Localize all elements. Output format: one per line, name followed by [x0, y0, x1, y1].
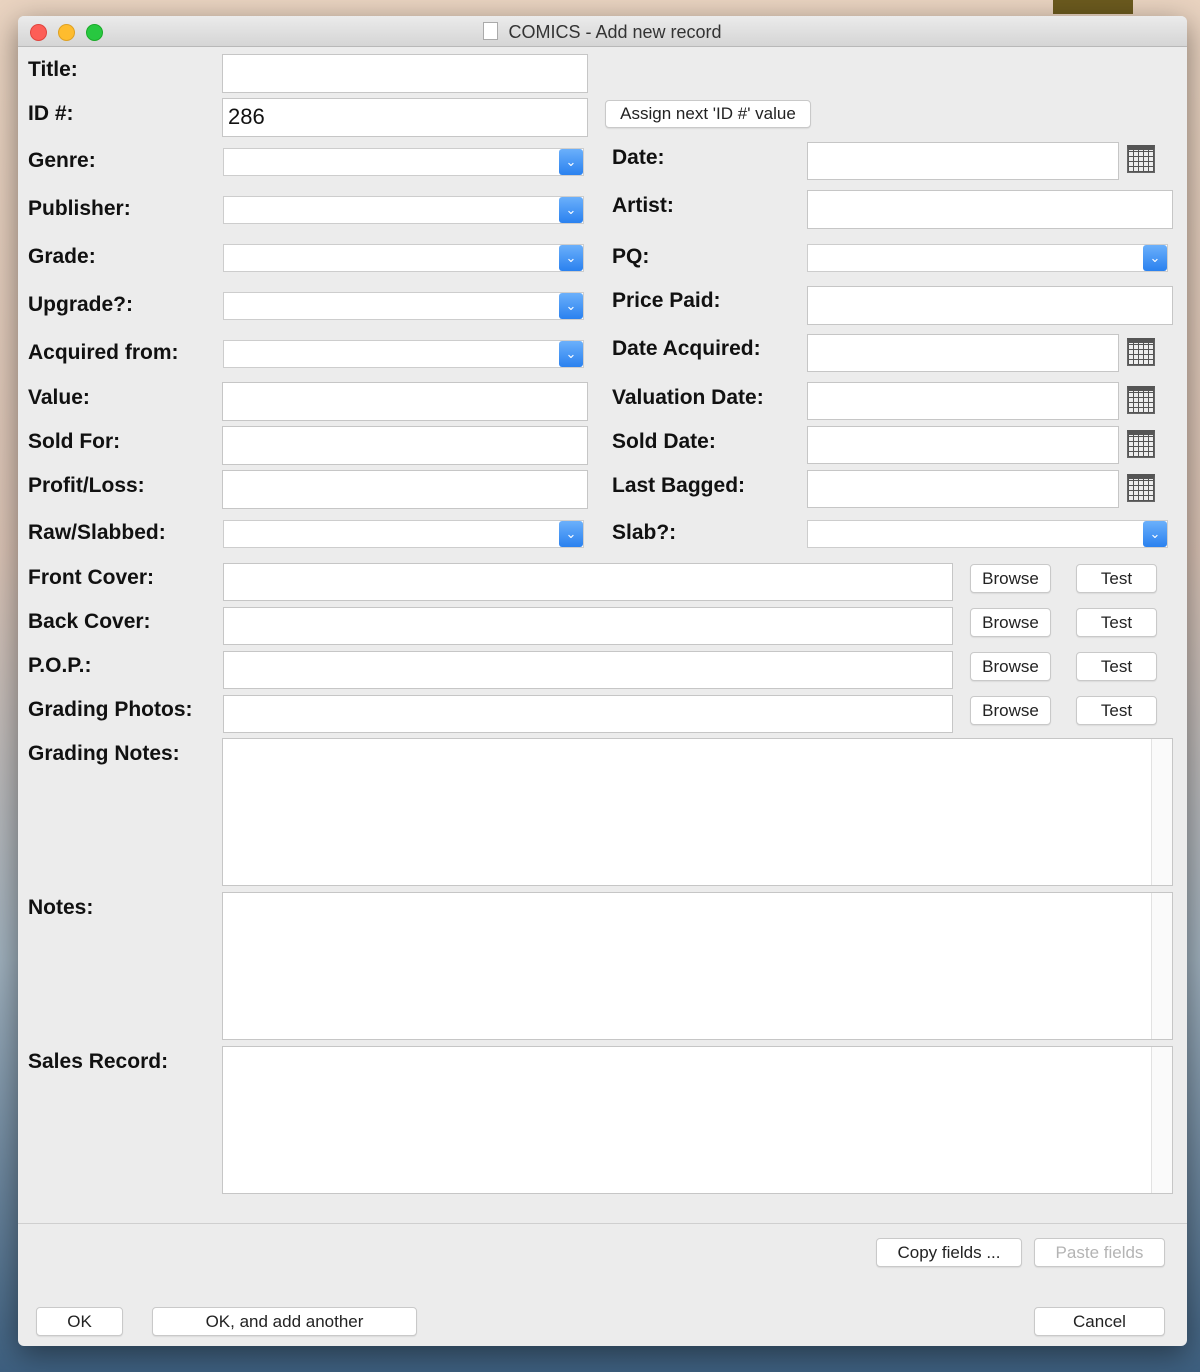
date-label: Date:: [612, 146, 665, 169]
raw-slabbed-select[interactable]: ⌄: [223, 520, 584, 548]
sales-record-label: Sales Record:: [28, 1050, 169, 1073]
assign-next-id-button[interactable]: Assign next 'ID #' value: [605, 100, 811, 128]
sold-date-label: Sold Date:: [612, 430, 716, 453]
ok-button[interactable]: OK: [36, 1307, 123, 1336]
pop-field[interactable]: [223, 651, 953, 689]
chevron-down-icon: ⌄: [559, 293, 583, 319]
date-acquired-field[interactable]: [807, 334, 1119, 372]
paste-fields-button[interactable]: Paste fields: [1034, 1238, 1165, 1267]
chevron-down-icon: ⌄: [559, 521, 583, 547]
artist-field[interactable]: [807, 190, 1173, 229]
front-cover-browse-button[interactable]: Browse: [970, 564, 1051, 593]
upgrade-label: Upgrade?:: [28, 293, 133, 316]
genre-select[interactable]: ⌄: [223, 148, 584, 176]
chevron-down-icon: ⌄: [559, 197, 583, 223]
grading-photos-label: Grading Photos:: [28, 698, 193, 721]
artist-label: Artist:: [612, 194, 674, 217]
sold-date-field[interactable]: [807, 426, 1119, 464]
price-paid-field[interactable]: [807, 286, 1173, 325]
grading-photos-test-button[interactable]: Test: [1076, 696, 1157, 725]
notes-textarea[interactable]: [222, 892, 1173, 1040]
genre-label: Genre:: [28, 149, 96, 172]
back-cover-field[interactable]: [223, 607, 953, 645]
raw-slabbed-label: Raw/Slabbed:: [28, 521, 166, 544]
sold-for-field[interactable]: [222, 426, 588, 465]
calendar-icon[interactable]: [1127, 474, 1155, 502]
grading-notes-scrollbar[interactable]: [1151, 739, 1172, 885]
background-thumbnail: [1053, 0, 1133, 14]
date-field[interactable]: [807, 142, 1119, 180]
front-cover-test-button[interactable]: Test: [1076, 564, 1157, 593]
pq-label: PQ:: [612, 245, 650, 268]
value-field[interactable]: [222, 382, 588, 421]
publisher-select[interactable]: ⌄: [223, 196, 584, 224]
pop-test-button[interactable]: Test: [1076, 652, 1157, 681]
add-record-window: COMICS - Add new record Title: ID #: 286…: [18, 16, 1187, 1346]
footer-divider: [18, 1223, 1187, 1224]
last-bagged-label: Last Bagged:: [612, 474, 746, 497]
id-value: 286: [228, 104, 265, 129]
valuation-date-field[interactable]: [807, 382, 1119, 420]
date-acquired-label: Date Acquired:: [612, 337, 761, 360]
front-cover-field[interactable]: [223, 563, 953, 601]
back-cover-test-button[interactable]: Test: [1076, 608, 1157, 637]
window-title-text: COMICS - Add new record: [508, 22, 722, 42]
price-paid-label: Price Paid:: [612, 289, 721, 312]
notes-scrollbar[interactable]: [1151, 893, 1172, 1039]
back-cover-label: Back Cover:: [28, 610, 151, 633]
chevron-down-icon: ⌄: [559, 245, 583, 271]
sales-record-textarea[interactable]: [222, 1046, 1173, 1194]
pop-browse-button[interactable]: Browse: [970, 652, 1051, 681]
acquired-from-select[interactable]: ⌄: [223, 340, 584, 368]
sold-for-label: Sold For:: [28, 430, 121, 453]
pq-select[interactable]: ⌄: [807, 244, 1168, 272]
publisher-label: Publisher:: [28, 197, 131, 220]
notes-label: Notes:: [28, 896, 94, 919]
upgrade-select[interactable]: ⌄: [223, 292, 584, 320]
copy-fields-button[interactable]: Copy fields ...: [876, 1238, 1022, 1267]
title-label: Title:: [28, 58, 78, 81]
grading-notes-textarea[interactable]: [222, 738, 1173, 886]
back-cover-browse-button[interactable]: Browse: [970, 608, 1051, 637]
value-label: Value:: [28, 386, 90, 409]
calendar-icon[interactable]: [1127, 430, 1155, 458]
chevron-down-icon: ⌄: [1143, 245, 1167, 271]
grading-notes-label: Grading Notes:: [28, 742, 180, 765]
valuation-date-label: Valuation Date:: [612, 386, 764, 409]
cancel-button[interactable]: Cancel: [1034, 1307, 1165, 1336]
chevron-down-icon: ⌄: [559, 341, 583, 367]
ok-add-another-button[interactable]: OK, and add another: [152, 1307, 417, 1336]
slab-label: Slab?:: [612, 521, 677, 544]
acquired-from-label: Acquired from:: [28, 341, 179, 364]
calendar-icon[interactable]: [1127, 338, 1155, 366]
chevron-down-icon: ⌄: [1143, 521, 1167, 547]
id-label: ID #:: [28, 102, 74, 125]
window-title: COMICS - Add new record: [18, 22, 1187, 43]
front-cover-label: Front Cover:: [28, 566, 154, 589]
calendar-icon[interactable]: [1127, 145, 1155, 173]
title-field[interactable]: [222, 54, 588, 93]
last-bagged-field[interactable]: [807, 470, 1119, 508]
id-field[interactable]: 286: [222, 98, 588, 137]
profit-loss-field[interactable]: [222, 470, 588, 509]
title-bar: COMICS - Add new record: [18, 16, 1187, 47]
grade-label: Grade:: [28, 245, 96, 268]
document-icon: [483, 22, 499, 40]
grade-select[interactable]: ⌄: [223, 244, 584, 272]
profit-loss-label: Profit/Loss:: [28, 474, 145, 497]
calendar-icon[interactable]: [1127, 386, 1155, 414]
grading-photos-browse-button[interactable]: Browse: [970, 696, 1051, 725]
pop-label: P.O.P.:: [28, 654, 92, 677]
slab-select[interactable]: ⌄: [807, 520, 1168, 548]
chevron-down-icon: ⌄: [559, 149, 583, 175]
grading-photos-field[interactable]: [223, 695, 953, 733]
sales-record-scrollbar[interactable]: [1151, 1047, 1172, 1193]
